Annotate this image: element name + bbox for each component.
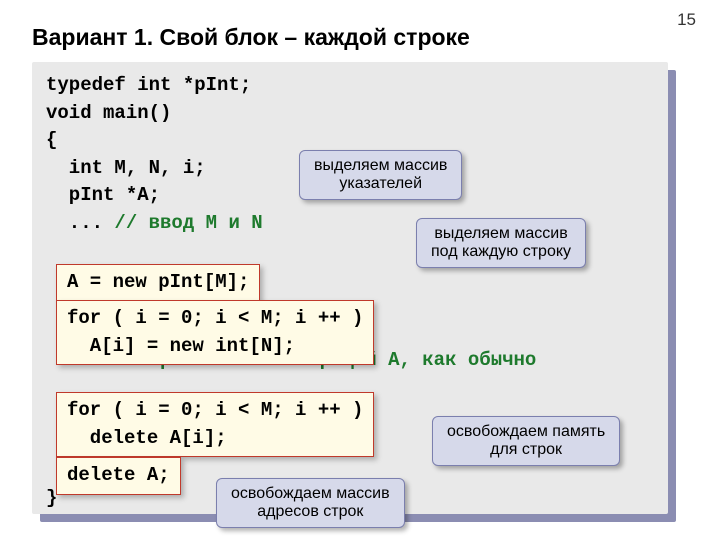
code-comment: // ввод M и N <box>114 212 262 234</box>
highlight-alloc-rows: for ( i = 0; i < M; i ++ ) A[i] = new in… <box>56 300 374 365</box>
code-line: int M, N, i; <box>46 157 206 179</box>
highlight-free-rows: for ( i = 0; i < M; i ++ ) delete A[i]; <box>56 392 374 457</box>
slide-title: Вариант 1. Свой блок – каждой строке <box>32 24 470 51</box>
callout-line: указателей <box>314 175 447 193</box>
callout-line: под каждую строку <box>431 243 571 261</box>
highlight-free-a: delete A; <box>56 457 181 495</box>
callout-free-a: освобождаем массив адресов строк <box>216 478 405 528</box>
callout-line: выделяем массив <box>431 225 571 243</box>
code-line: ... <box>46 212 114 234</box>
code-line: { <box>46 129 57 151</box>
callout-line: освобождаем память <box>447 423 605 441</box>
callout-alloc-pointers: выделяем массив указателей <box>299 150 462 200</box>
callout-free-rows: освобождаем память для строк <box>432 416 620 466</box>
page-number: 15 <box>677 10 696 30</box>
code-line: pInt *A; <box>46 184 160 206</box>
code-line: typedef int *pInt; <box>46 74 251 96</box>
highlight-alloc-pointers: A = new pInt[M]; <box>56 264 260 302</box>
code-line: void main() <box>46 102 171 124</box>
callout-line: для строк <box>447 441 605 459</box>
callout-line: освобождаем массив <box>231 485 390 503</box>
callout-line: адресов строк <box>231 503 390 521</box>
callout-line: выделяем массив <box>314 157 447 175</box>
callout-alloc-rows: выделяем массив под каждую строку <box>416 218 586 268</box>
